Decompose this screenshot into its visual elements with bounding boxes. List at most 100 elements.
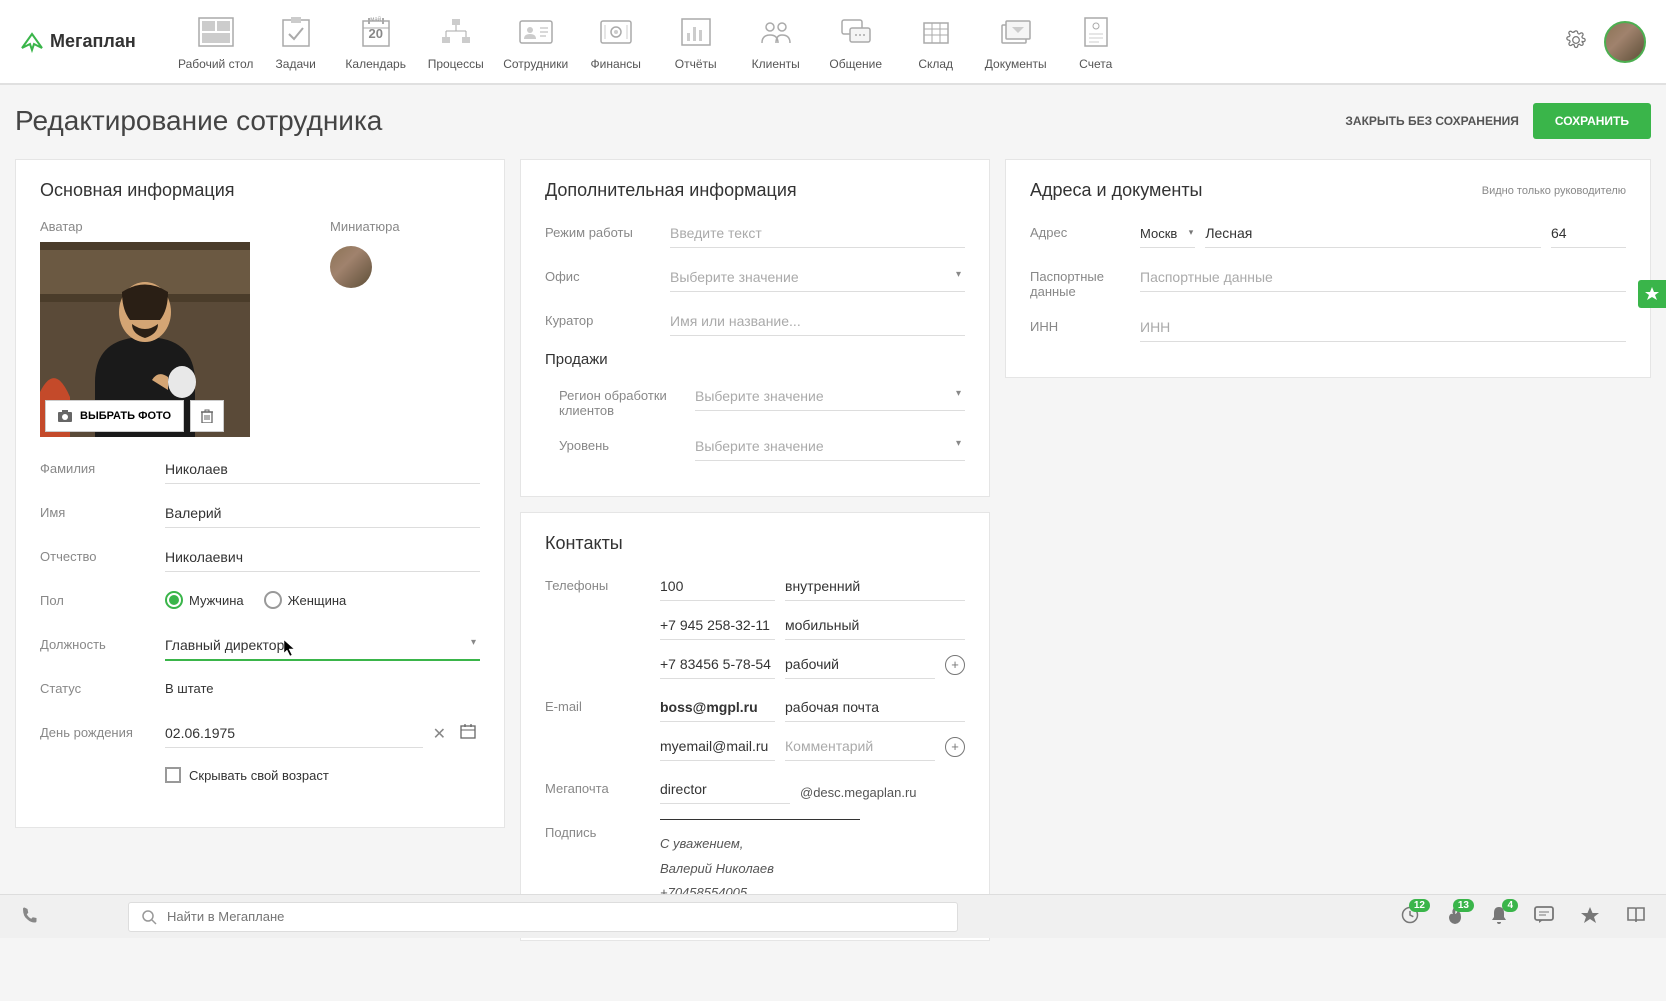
nav-tasks[interactable]: Задачи bbox=[256, 8, 336, 76]
bell-icon[interactable]: 4 bbox=[1490, 905, 1508, 928]
house-input[interactable] bbox=[1551, 219, 1626, 248]
level-label: Уровень bbox=[545, 432, 695, 453]
search-bar[interactable] bbox=[128, 902, 958, 932]
user-avatar[interactable] bbox=[1604, 21, 1646, 63]
messages-icon[interactable] bbox=[1534, 906, 1554, 927]
clear-date-icon[interactable]: ✕ bbox=[429, 720, 450, 748]
star-icon bbox=[1644, 286, 1660, 302]
phone-input[interactable] bbox=[660, 650, 775, 679]
add-email-button[interactable]: + bbox=[945, 737, 965, 757]
gender-label: Пол bbox=[40, 587, 165, 608]
activity-icon[interactable]: 12 bbox=[1400, 905, 1420, 928]
mode-input[interactable] bbox=[670, 219, 965, 248]
sales-subhead: Продажи bbox=[545, 351, 965, 368]
phone-type-input[interactable] bbox=[785, 611, 965, 640]
calendar-month: май bbox=[355, 17, 397, 23]
passport-input[interactable] bbox=[1140, 263, 1626, 292]
feedback-flag[interactable] bbox=[1638, 280, 1666, 308]
calendar-icon: май 20 bbox=[355, 13, 397, 51]
card-title: Основная информация bbox=[40, 180, 480, 201]
email-comment-input[interactable] bbox=[785, 732, 935, 761]
megamail-input[interactable] bbox=[660, 775, 790, 804]
main-nav: Рабочий стол Задачи май20 Календарь Проц… bbox=[176, 8, 1136, 76]
nav-desktop[interactable]: Рабочий стол bbox=[176, 8, 256, 76]
radio-label: Женщина bbox=[288, 593, 347, 608]
finance-icon bbox=[595, 13, 637, 51]
phone-icon[interactable] bbox=[20, 906, 38, 927]
position-label: Должность bbox=[40, 631, 165, 652]
gender-female-radio[interactable]: Женщина bbox=[264, 591, 347, 609]
gender-male-radio[interactable]: Мужчина bbox=[165, 591, 244, 609]
region-select[interactable] bbox=[695, 382, 965, 411]
badge-count: 13 bbox=[1453, 899, 1474, 912]
reports-icon bbox=[675, 13, 717, 51]
miniature-label: Миниатюра bbox=[330, 219, 400, 234]
search-input[interactable] bbox=[167, 909, 945, 924]
card-title: Адреса и документы bbox=[1030, 180, 1203, 201]
level-select[interactable] bbox=[695, 432, 965, 461]
employees-icon bbox=[515, 13, 557, 51]
page-actions: ЗАКРЫТЬ БЕЗ СОХРАНЕНИЯ СОХРАНИТЬ bbox=[1345, 103, 1651, 139]
curator-label: Куратор bbox=[545, 307, 670, 328]
cancel-button[interactable]: ЗАКРЫТЬ БЕЗ СОХРАНЕНИЯ bbox=[1345, 114, 1518, 128]
miniature-photo[interactable] bbox=[330, 246, 372, 288]
nav-label: Финансы bbox=[591, 57, 641, 71]
nav-documents[interactable]: Документы bbox=[976, 8, 1056, 76]
card-title: Дополнительная информация bbox=[545, 180, 965, 201]
phone-type-input[interactable] bbox=[785, 572, 965, 601]
nav-invoices[interactable]: Счета bbox=[1056, 8, 1136, 76]
curator-input[interactable] bbox=[670, 307, 965, 336]
nav-chat[interactable]: Общение bbox=[816, 8, 896, 76]
library-icon[interactable] bbox=[1626, 906, 1646, 927]
calendar-picker-icon[interactable] bbox=[456, 719, 480, 748]
logo-icon bbox=[20, 30, 44, 54]
phone-input[interactable] bbox=[660, 611, 775, 640]
nav-label: Клиенты bbox=[752, 57, 800, 71]
birthday-input[interactable] bbox=[165, 719, 423, 748]
logo[interactable]: Мегаплан bbox=[20, 30, 136, 54]
fire-icon[interactable]: 13 bbox=[1446, 905, 1464, 928]
email-label: E-mail bbox=[545, 693, 660, 714]
nav-reports[interactable]: Отчёты bbox=[656, 8, 736, 76]
patronymic-input[interactable] bbox=[165, 543, 480, 572]
lastname-input[interactable] bbox=[165, 455, 480, 484]
mode-label: Режим работы bbox=[545, 219, 670, 240]
favorites-icon[interactable] bbox=[1580, 905, 1600, 928]
street-input[interactable] bbox=[1205, 219, 1541, 248]
nav-employees[interactable]: Сотрудники bbox=[496, 8, 576, 76]
phone-input[interactable] bbox=[660, 572, 775, 601]
badge-count: 4 bbox=[1502, 899, 1518, 912]
email-input[interactable] bbox=[660, 693, 775, 722]
lastname-label: Фамилия bbox=[40, 455, 165, 476]
header-right bbox=[1566, 21, 1646, 63]
top-header: Мегаплан Рабочий стол Задачи май20 Кален… bbox=[0, 0, 1666, 85]
nav-label: Склад bbox=[918, 57, 953, 71]
choose-photo-button[interactable]: ВЫБРАТЬ ФОТО bbox=[45, 400, 184, 432]
delete-photo-button[interactable] bbox=[190, 400, 224, 432]
nav-warehouse[interactable]: Склад bbox=[896, 8, 976, 76]
city-select[interactable]: Москв bbox=[1140, 220, 1195, 248]
card-title: Контакты bbox=[545, 533, 965, 554]
save-button[interactable]: СОХРАНИТЬ bbox=[1533, 103, 1651, 139]
email-type-input[interactable] bbox=[785, 693, 965, 722]
inn-input[interactable] bbox=[1140, 313, 1626, 342]
nav-finance[interactable]: Финансы bbox=[576, 8, 656, 76]
nav-processes[interactable]: Процессы bbox=[416, 8, 496, 76]
office-label: Офис bbox=[545, 263, 670, 284]
hide-age-checkbox[interactable]: Скрывать свой возраст bbox=[165, 763, 480, 783]
firstname-input[interactable] bbox=[165, 499, 480, 528]
phone-type-input[interactable] bbox=[785, 650, 935, 679]
inn-label: ИНН bbox=[1030, 313, 1140, 334]
office-select[interactable] bbox=[670, 263, 965, 292]
phones-label: Телефоны bbox=[545, 572, 660, 593]
add-phone-button[interactable]: + bbox=[945, 655, 965, 675]
addresses-docs-card: Адреса и документы Видно только руководи… bbox=[1005, 159, 1651, 378]
position-select[interactable] bbox=[165, 631, 480, 661]
status-label: Статус bbox=[40, 675, 165, 696]
email-input[interactable] bbox=[660, 732, 775, 761]
nav-calendar[interactable]: май20 Календарь bbox=[336, 8, 416, 76]
gear-icon[interactable] bbox=[1566, 30, 1586, 53]
calendar-day: 20 bbox=[355, 26, 397, 41]
nav-clients[interactable]: Клиенты bbox=[736, 8, 816, 76]
clients-icon bbox=[755, 13, 797, 51]
